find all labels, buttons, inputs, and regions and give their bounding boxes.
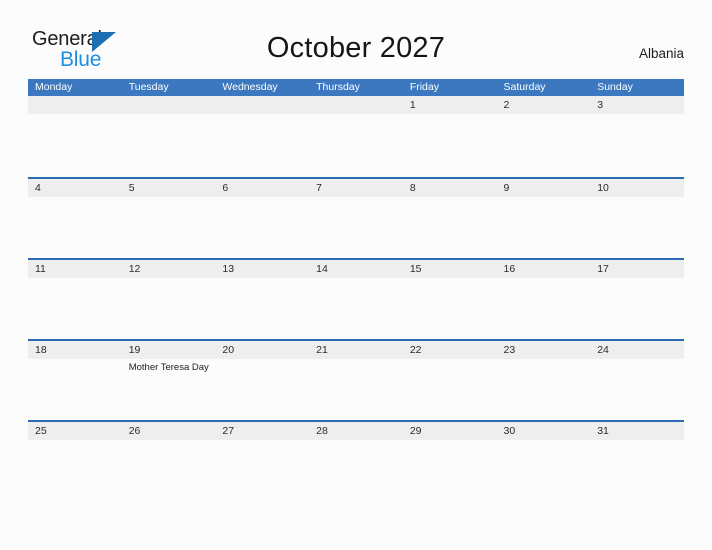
day-cell[interactable] xyxy=(215,114,309,175)
day-number[interactable]: 19 xyxy=(122,341,216,359)
day-cell[interactable] xyxy=(590,278,684,339)
day-cell[interactable] xyxy=(309,197,403,258)
day-number[interactable]: 29 xyxy=(403,422,497,440)
day-cell[interactable] xyxy=(403,440,497,501)
day-cell[interactable] xyxy=(590,359,684,420)
day-cell[interactable] xyxy=(497,114,591,175)
event-band xyxy=(28,197,684,258)
day-cell[interactable] xyxy=(122,440,216,501)
day-number[interactable]: 17 xyxy=(590,260,684,278)
day-cell[interactable] xyxy=(403,114,497,175)
date-number-band: 123 xyxy=(28,96,684,114)
weekday-header-thursday: Thursday xyxy=(316,81,360,93)
page-header: General Blue October 2027 Albania xyxy=(0,0,712,79)
day-cell[interactable] xyxy=(122,114,216,175)
day-number[interactable]: 28 xyxy=(309,422,403,440)
event-band xyxy=(28,440,684,501)
weekday-header-tuesday: Tuesday xyxy=(128,81,169,93)
day-number[interactable]: 8 xyxy=(403,179,497,197)
day-number[interactable]: 23 xyxy=(497,341,591,359)
day-cell[interactable]: Mother Teresa Day xyxy=(122,359,216,420)
day-cell[interactable] xyxy=(215,359,309,420)
day-number[interactable]: 22 xyxy=(403,341,497,359)
weekday-header-saturday: Saturday xyxy=(503,81,546,93)
day-cell[interactable] xyxy=(403,359,497,420)
day-number[interactable]: 24 xyxy=(590,341,684,359)
week-row: 11 12 13 14 15 16 17 xyxy=(28,258,684,339)
day-number[interactable]: 20 xyxy=(215,341,309,359)
week-rows-container: 1 2 3 4 5 6 7 8 9 10 11 12 13 14 15 16 17 18 19 20 21 22 23 24 M… xyxy=(28,96,684,501)
day-number[interactable]: 16 xyxy=(497,260,591,278)
day-cell[interactable] xyxy=(215,440,309,501)
weekday-header-sunday: Sunday xyxy=(597,81,633,93)
day-number-empty xyxy=(215,96,309,114)
day-cell[interactable] xyxy=(28,114,122,175)
day-number[interactable]: 11 xyxy=(28,260,122,278)
day-number[interactable]: 31 xyxy=(590,422,684,440)
event-band xyxy=(28,114,684,175)
day-number[interactable]: 6 xyxy=(215,179,309,197)
day-cell[interactable] xyxy=(590,197,684,258)
day-cell[interactable] xyxy=(28,359,122,420)
day-cell[interactable] xyxy=(122,278,216,339)
day-number[interactable]: 21 xyxy=(309,341,403,359)
day-cell[interactable] xyxy=(497,440,591,501)
event-label[interactable]: Mother Teresa Day xyxy=(129,362,216,374)
day-number[interactable]: 3 xyxy=(590,96,684,114)
day-number[interactable]: 15 xyxy=(403,260,497,278)
day-number[interactable]: 7 xyxy=(309,179,403,197)
calendar-grid: Monday Tuesday Wednesday Thursday Friday Satu… xyxy=(28,79,684,501)
day-number[interactable]: 27 xyxy=(215,422,309,440)
event-band xyxy=(28,278,684,339)
day-cell[interactable] xyxy=(497,197,591,258)
day-number[interactable]: 30 xyxy=(497,422,591,440)
date-number-band: 18 19 20 21 22 23 24 xyxy=(28,341,684,359)
day-number[interactable]: 9 xyxy=(497,179,591,197)
event-band: Mother Teresa Day xyxy=(28,359,684,420)
day-cell[interactable] xyxy=(28,440,122,501)
day-number[interactable]: 13 xyxy=(215,260,309,278)
page-title: October 2027 xyxy=(266,32,446,64)
weekday-header-friday: Friday xyxy=(409,81,439,93)
day-cell[interactable] xyxy=(28,278,122,339)
day-cell[interactable] xyxy=(309,114,403,175)
day-cell[interactable] xyxy=(403,197,497,258)
day-cell[interactable] xyxy=(122,197,216,258)
day-number[interactable]: 18 xyxy=(28,341,122,359)
week-row: 123 xyxy=(28,96,684,177)
weekday-header-row: Monday Tuesday Wednesday Thursday Friday Satu… xyxy=(28,79,684,96)
country-label: Albania xyxy=(638,46,684,61)
day-number[interactable]: 25 xyxy=(28,422,122,440)
day-cell[interactable] xyxy=(28,197,122,258)
week-row: 25 26 27 28 29 30 31 xyxy=(28,420,684,501)
day-cell[interactable] xyxy=(403,278,497,339)
day-cell[interactable] xyxy=(309,359,403,420)
day-number[interactable]: 14 xyxy=(309,260,403,278)
day-number-empty xyxy=(28,96,122,114)
day-cell[interactable] xyxy=(590,114,684,175)
day-cell[interactable] xyxy=(590,440,684,501)
week-row: 4 5 6 7 8 9 10 xyxy=(28,177,684,258)
date-number-band: 25 26 27 28 29 30 31 xyxy=(28,422,684,440)
day-number-empty xyxy=(122,96,216,114)
day-number[interactable]: 1 xyxy=(403,96,497,114)
day-cell[interactable] xyxy=(215,278,309,339)
date-number-band: 4 5 6 7 8 9 10 xyxy=(28,179,684,197)
day-number[interactable]: 12 xyxy=(122,260,216,278)
day-cell[interactable] xyxy=(497,359,591,420)
week-row: 18 19 20 21 22 23 24 Mother Teresa Day xyxy=(28,339,684,420)
day-number-empty xyxy=(309,96,403,114)
date-number-band: 11 12 13 14 15 16 17 xyxy=(28,260,684,278)
day-number[interactable]: 4 xyxy=(28,179,122,197)
weekday-header-wednesday: Wednesday xyxy=(222,81,278,93)
day-number[interactable]: 2 xyxy=(497,96,591,114)
day-cell[interactable] xyxy=(215,197,309,258)
day-number[interactable]: 26 xyxy=(122,422,216,440)
day-number[interactable]: 10 xyxy=(590,179,684,197)
weekday-header-monday: Monday xyxy=(35,81,73,93)
day-cell[interactable] xyxy=(309,440,403,501)
day-cell[interactable] xyxy=(497,278,591,339)
day-cell[interactable] xyxy=(309,278,403,339)
day-number[interactable]: 5 xyxy=(122,179,216,197)
